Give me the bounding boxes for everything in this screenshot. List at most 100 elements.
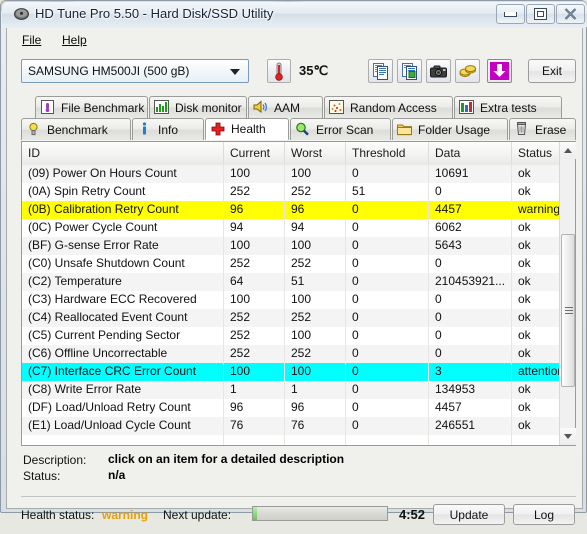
update-button[interactable]: Update <box>433 504 505 525</box>
cell-current: 96 <box>230 400 244 414</box>
cell-current: 100 <box>230 238 251 252</box>
column-header-status[interactable]: Status <box>512 142 559 164</box>
column-header-current[interactable]: Current <box>224 142 285 164</box>
tab-row-lower: Benchmark Info Health Error Scan Folder … <box>21 118 576 141</box>
table-scrollbar[interactable] <box>559 142 576 445</box>
description-value: click on an item for a detailed descript… <box>108 452 345 466</box>
scrollbar-thumb[interactable] <box>561 234 575 387</box>
maximize-button[interactable] <box>526 4 555 24</box>
minimize-button[interactable] <box>496 4 525 24</box>
close-button[interactable] <box>556 4 585 24</box>
tab-benchmark[interactable]: Benchmark <box>21 118 131 140</box>
download-button[interactable] <box>487 59 512 83</box>
drive-select[interactable]: SAMSUNG HM500JI (500 gB) <box>21 59 249 83</box>
cell-worst: 100 <box>291 328 312 342</box>
table-row[interactable]: (C3) Hardware ECC Recovered 100 100 0 0 ok <box>22 291 559 309</box>
log-button-label: Log <box>533 507 555 522</box>
maximize-icon <box>527 5 554 23</box>
cell-data: 6062 <box>435 220 462 234</box>
cell-data: 0 <box>435 310 442 324</box>
cell-status: ok <box>518 274 531 288</box>
tab-file-benchmark[interactable]: File Benchmark <box>35 96 148 118</box>
settings-button[interactable] <box>455 59 480 83</box>
table-row[interactable]: (0B) Calibration Retry Count 96 96 0 4457 war… <box>22 201 559 219</box>
cell-threshold: 51 <box>352 184 366 198</box>
cell-threshold: 0 <box>352 400 359 414</box>
copy-to-file-button[interactable] <box>397 59 422 83</box>
menu-file[interactable]: File <box>15 31 48 49</box>
tab-extra-tests-label: Extra tests <box>480 100 537 115</box>
scroll-down-icon <box>564 434 572 439</box>
table-row[interactable]: (C2) Temperature 64 51 0 210453921... ok <box>22 273 559 291</box>
cell-data: 10691 <box>435 166 469 180</box>
exit-button[interactable]: Exit <box>528 59 576 83</box>
cell-data: 210453921... <box>435 274 506 288</box>
exit-button-label: Exit <box>541 64 562 78</box>
table-row[interactable]: (C5) Current Pending Sector 252 100 0 0 ok <box>22 327 559 345</box>
table-row[interactable]: (C7) Interface CRC Error Count 100 100 0 3 at… <box>22 363 559 381</box>
tab-file-benchmark-label: File Benchmark <box>61 100 145 115</box>
table-row[interactable]: (C8) Write Error Rate 1 1 0 134953 ok <box>22 381 559 399</box>
table-header-row: ID Current Worst Threshold Data Status <box>22 142 575 166</box>
scroll-down-button[interactable] <box>560 428 576 445</box>
table-row[interactable]: (DF) Load/Unload Retry Count 96 96 0 4457 ok <box>22 399 559 417</box>
speaker-icon <box>253 100 269 115</box>
column-header-threshold[interactable]: Threshold <box>346 142 429 164</box>
scroll-up-button[interactable] <box>560 142 576 159</box>
column-header-worst[interactable]: Worst <box>285 142 346 164</box>
scatter-icon <box>329 100 345 115</box>
tab-random-access-label: Random Access <box>350 100 437 115</box>
table-row[interactable]: (09) Power On Hours Count 100 100 0 10691 ok <box>22 165 559 183</box>
table-row[interactable]: (0A) Spin Retry Count 252 252 51 0 ok <box>22 183 559 201</box>
cell-status: ok <box>518 292 531 306</box>
cell-id: (C5) Current Pending Sector <box>28 328 181 342</box>
table-row[interactable]: (C6) Offline Uncorrectable 252 252 0 0 ok <box>22 345 559 363</box>
cell-id: (BF) G-sense Error Rate <box>28 238 159 252</box>
tab-folder-usage[interactable]: Folder Usage <box>392 118 508 140</box>
tab-random-access[interactable]: Random Access <box>324 96 453 118</box>
table-row[interactable]: (BF) G-sense Error Rate 100 100 0 5643 ok <box>22 237 559 255</box>
cell-current: 252 <box>230 310 251 324</box>
cell-status: ok <box>518 382 531 396</box>
thermometer-icon <box>273 62 285 81</box>
log-button[interactable]: Log <box>513 504 575 525</box>
tab-aam[interactable]: AAM <box>248 96 323 118</box>
tab-health[interactable]: Health <box>205 118 289 140</box>
cell-current: 76 <box>230 418 244 432</box>
cell-id: (C2) Temperature <box>28 274 122 288</box>
screenshot-button[interactable] <box>426 59 451 83</box>
cell-worst: 100 <box>291 238 312 252</box>
tab-error-scan[interactable]: Error Scan <box>290 118 391 140</box>
menu-file-label: File <box>22 33 42 47</box>
toolbar: SAMSUNG HM500JI (500 gB) 35℃ Exit <box>7 50 582 94</box>
cell-threshold: 0 <box>352 256 359 270</box>
file-benchmark-icon <box>40 100 56 115</box>
tab-disk-monitor[interactable]: Disk monitor <box>149 96 247 118</box>
cell-id: (DF) Load/Unload Retry Count <box>28 400 191 414</box>
tab-info[interactable]: Info <box>132 118 204 140</box>
table-row[interactable]: (C4) Reallocated Event Count 252 252 0 0 ok <box>22 309 559 327</box>
tab-erase[interactable]: Erase <box>509 118 576 140</box>
tab-extra-tests[interactable]: Extra tests <box>454 96 562 118</box>
cell-threshold: 0 <box>352 310 359 324</box>
cell-current: 100 <box>230 292 251 306</box>
column-header-id[interactable]: ID <box>22 142 224 164</box>
table-row[interactable]: (C0) Unsafe Shutdown Count 252 252 0 0 ok <box>22 255 559 273</box>
title-bar: HD Tune Pro 5.50 - Hard Disk/SSD Utility <box>2 2 587 27</box>
cell-worst: 76 <box>291 418 305 432</box>
status-value: n/a <box>108 468 126 482</box>
cell-current: 100 <box>230 166 251 180</box>
cell-worst: 1 <box>291 382 298 396</box>
cell-current: 1 <box>230 382 237 396</box>
cell-threshold: 0 <box>352 166 359 180</box>
cell-status: attention <box>518 364 559 378</box>
column-header-data[interactable]: Data <box>429 142 512 164</box>
cell-threshold: 0 <box>352 364 359 378</box>
table-row[interactable]: (0C) Power Cycle Count 94 94 0 6062 ok <box>22 219 559 237</box>
copy-to-clipboard-button[interactable] <box>368 59 393 83</box>
minimize-icon <box>497 5 524 23</box>
menu-help[interactable]: Help <box>55 31 94 49</box>
table-row[interactable]: (E1) Load/Unload Cycle Count 76 76 0 246551 o… <box>22 417 559 435</box>
cell-status: ok <box>518 184 531 198</box>
trash-icon <box>514 122 530 137</box>
